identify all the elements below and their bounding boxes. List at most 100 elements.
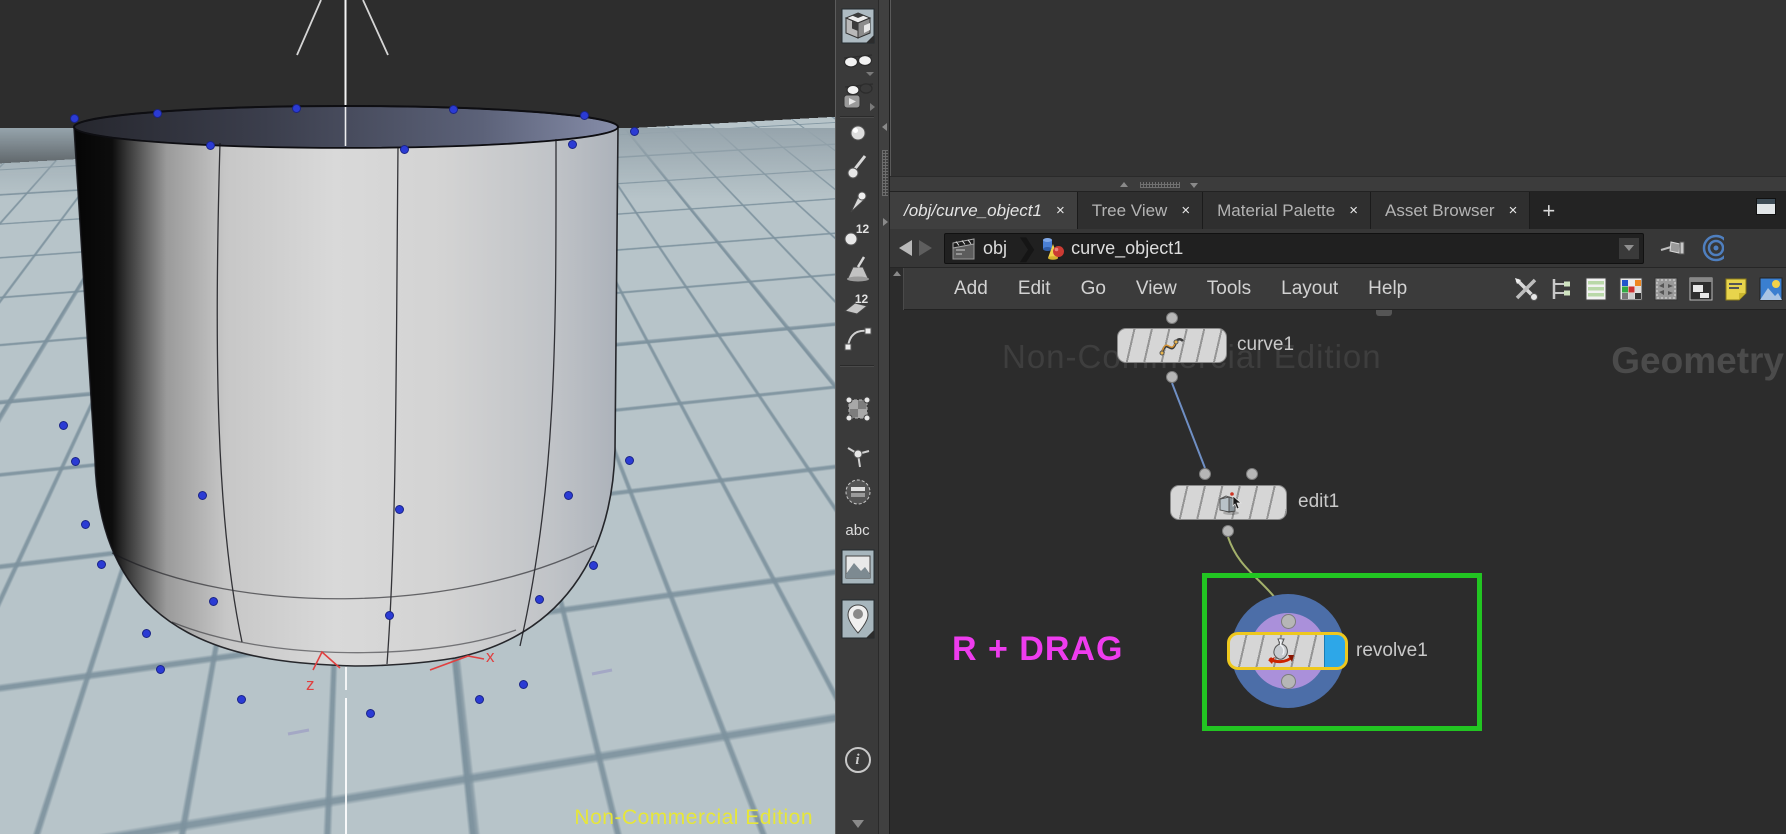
edit1-input-connector-right[interactable] — [1246, 468, 1258, 480]
template-glasses-button[interactable] — [839, 80, 876, 114]
tab-obj-curve-object1[interactable]: /obj/curve_object1 × — [890, 192, 1078, 229]
collapse-down-arrow[interactable] — [1190, 183, 1198, 188]
node-edit1[interactable] — [1170, 485, 1287, 520]
view-cube-button[interactable] — [839, 6, 876, 46]
menu-tools[interactable]: Tools — [1207, 278, 1251, 300]
info-button[interactable]: i — [839, 742, 876, 778]
scene-viewport[interactable]: x z Non-Commercial Edition — [0, 0, 835, 834]
control-point[interactable] — [81, 520, 90, 529]
control-point[interactable] — [395, 505, 404, 514]
network-shapes-icon[interactable] — [1653, 276, 1679, 302]
profiles-button[interactable] — [839, 476, 876, 508]
breadcrumb-context[interactable]: obj — [983, 238, 1007, 259]
background-image-icon[interactable] — [1758, 276, 1784, 302]
control-point[interactable] — [142, 629, 151, 638]
menu-go[interactable]: Go — [1081, 278, 1106, 300]
paint-brush-button[interactable] — [839, 150, 876, 182]
node-curve1[interactable] — [1117, 328, 1227, 363]
menu-scroll-strip[interactable] — [890, 267, 904, 310]
collapse-left-arrow[interactable] — [882, 123, 887, 131]
control-point[interactable] — [70, 114, 79, 123]
close-icon[interactable]: × — [1349, 202, 1358, 219]
control-point[interactable] — [237, 695, 246, 704]
upper-empty-pane[interactable] — [890, 0, 1786, 176]
control-point[interactable] — [385, 611, 394, 620]
close-icon[interactable]: × — [1509, 202, 1518, 219]
control-point[interactable] — [630, 127, 639, 136]
control-point[interactable] — [475, 695, 484, 704]
point-numbers-button[interactable]: 12 — [839, 218, 876, 250]
forward-arrow-button[interactable] — [919, 240, 932, 256]
node-label-revolve1[interactable]: revolve1 — [1356, 640, 1428, 662]
menu-layout[interactable]: Layout — [1281, 278, 1338, 300]
control-point[interactable] — [153, 109, 162, 118]
control-point[interactable] — [209, 597, 218, 606]
path-field[interactable]: obj ❯ curve_object1 — [944, 232, 1644, 264]
color-palette-icon[interactable] — [1618, 276, 1644, 302]
text-abc-button[interactable]: abc — [839, 516, 876, 544]
control-point[interactable] — [59, 421, 68, 430]
control-point[interactable] — [156, 665, 165, 674]
path-dropdown-button[interactable] — [1619, 237, 1639, 259]
control-point[interactable] — [519, 680, 528, 689]
new-tab-button[interactable]: + — [1530, 192, 1567, 229]
edit1-input-connector-left[interactable] — [1199, 468, 1211, 480]
control-point[interactable] — [198, 491, 207, 500]
menu-view[interactable]: View — [1136, 278, 1177, 300]
control-point[interactable] — [206, 141, 215, 150]
control-point[interactable] — [366, 709, 375, 718]
menu-add[interactable]: Add — [954, 278, 988, 300]
image-plane-button[interactable] — [839, 548, 876, 586]
revolve1-input-connector[interactable] — [1281, 614, 1296, 629]
close-icon[interactable]: × — [1056, 202, 1065, 219]
node-revolve1[interactable] — [1227, 632, 1348, 670]
tab-tree-view[interactable]: Tree View × — [1077, 192, 1204, 229]
show-display-glasses-button[interactable] — [839, 48, 876, 78]
control-point[interactable] — [589, 561, 598, 570]
pane-maximize-icon[interactable] — [1756, 198, 1776, 215]
splitter-grip[interactable] — [882, 150, 888, 196]
pane-splitter-vertical[interactable] — [878, 0, 890, 834]
location-pin-button[interactable] — [839, 598, 876, 640]
stamp-tool-button[interactable] — [839, 252, 876, 286]
control-point[interactable] — [568, 140, 577, 149]
control-point[interactable] — [292, 104, 301, 113]
control-point[interactable] — [580, 111, 589, 120]
sticky-note-icon[interactable] — [1723, 276, 1749, 302]
revolve1-output-connector[interactable] — [1281, 674, 1296, 689]
primitive-numbers-button[interactable]: 12 — [839, 287, 876, 319]
normals-button[interactable] — [839, 440, 876, 472]
pin-pane-icon[interactable] — [1660, 235, 1690, 261]
collapse-right-arrow[interactable] — [883, 218, 888, 226]
control-point[interactable] — [400, 145, 409, 154]
pen-tool-button[interactable] — [839, 186, 876, 216]
tree-hierarchy-icon[interactable] — [1548, 276, 1574, 302]
node-label-curve1[interactable]: curve1 — [1237, 334, 1294, 356]
control-point[interactable] — [71, 457, 80, 466]
list-view-icon[interactable] — [1583, 276, 1609, 302]
menu-help[interactable]: Help — [1368, 278, 1407, 300]
control-point[interactable] — [449, 105, 458, 114]
toolbar-overflow-button[interactable] — [839, 818, 876, 830]
control-point[interactable] — [535, 595, 544, 604]
splitter-grip[interactable] — [1140, 182, 1180, 188]
hull-curve-button[interactable] — [839, 322, 876, 352]
close-icon[interactable]: × — [1181, 202, 1190, 219]
collapse-up-arrow[interactable] — [1120, 182, 1128, 187]
tools-wrench-icon[interactable] — [1513, 276, 1539, 302]
control-point[interactable] — [625, 456, 634, 465]
points-display-button[interactable] — [839, 121, 876, 145]
edit1-output-connector[interactable] — [1222, 525, 1234, 537]
curve1-output-connector[interactable] — [1166, 371, 1178, 383]
tab-material-palette[interactable]: Material Palette × — [1203, 192, 1371, 229]
breadcrumb-node[interactable]: curve_object1 — [1071, 238, 1183, 259]
control-point[interactable] — [97, 560, 106, 569]
network-editor-canvas[interactable]: Non-Commercial Edition Geometry curve1 — [890, 310, 1786, 834]
back-arrow-button[interactable] — [899, 240, 912, 256]
curve1-input-connector[interactable] — [1166, 312, 1178, 324]
windows-layout-icon[interactable] — [1688, 276, 1714, 302]
display-flag[interactable] — [1324, 635, 1345, 667]
selection-box-button[interactable] — [839, 392, 876, 426]
follow-target-icon[interactable] — [1700, 234, 1724, 262]
control-point[interactable] — [564, 491, 573, 500]
